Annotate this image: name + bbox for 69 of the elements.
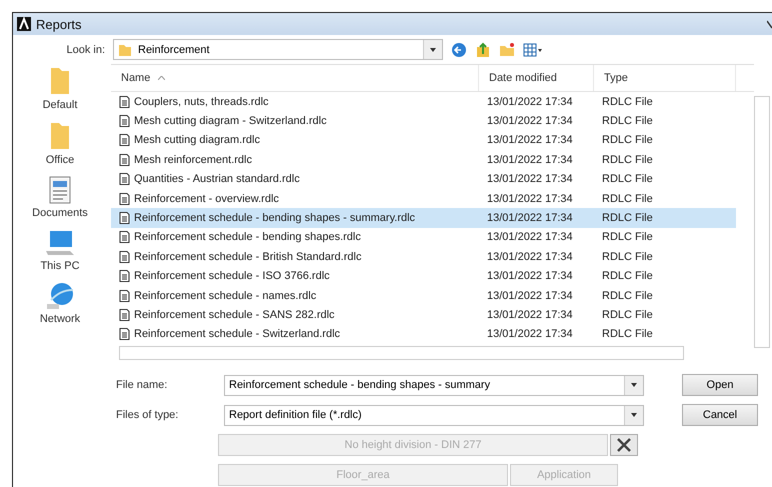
file-name: Mesh cutting diagram - Switzerland.rdlc — [134, 115, 327, 128]
file-name: Reinforcement schedule - Switzerland.rdlc — [134, 328, 340, 340]
place-label[interactable]: Default — [42, 99, 78, 111]
file-name: Mesh reinforcement.rdlc — [134, 154, 252, 166]
date-cell: 13/01/2022 17:34 — [487, 96, 573, 108]
file-row[interactable]: Mesh reinforcement.rdlc 13/01/2022 17:34 RDLC File — [111, 150, 736, 170]
file-row[interactable]: Reinforcement schedule - British Standard.rdlc 13/01/2022 17:34 RDLC File — [111, 247, 736, 267]
type-cell: RDLC File — [602, 96, 653, 108]
date-cell: 13/01/2022 17:34 — [487, 154, 573, 166]
type-cell: RDLC File — [602, 134, 653, 146]
date-cell: 13/01/2022 17:34 — [487, 270, 573, 282]
date-cell: 13/01/2022 17:34 — [487, 115, 573, 128]
file-name: Reinforcement schedule - British Standard.rdlc — [134, 250, 362, 263]
file-name-field[interactable]: Reinforcement schedule - bending shapes - summary — [224, 374, 644, 396]
type-cell: RDLC File — [602, 250, 653, 263]
date-cell: 13/01/2022 17:34 — [487, 250, 573, 263]
file-row[interactable]: Reinforcement schedule - bending shapes - summary.rdlc 13/01/2022 17:34 RDLC File — [111, 208, 736, 228]
date-cell: 13/01/2022 17:34 — [487, 134, 573, 146]
file-name: Couplers, nuts, threads.rdlc — [134, 96, 269, 108]
file-name: Reinforcement schedule - ISO 3766.rdlc — [134, 270, 330, 282]
place-label[interactable]: This PC — [40, 260, 80, 272]
type-cell: RDLC File — [602, 270, 653, 282]
date-cell: 13/01/2022 17:34 — [487, 308, 573, 321]
date-cell: 13/01/2022 17:34 — [487, 173, 573, 186]
file-name: Mesh cutting diagram.rdlc — [134, 134, 260, 146]
open-button[interactable]: Open — [682, 374, 758, 396]
date-cell: 13/01/2022 17:34 — [487, 212, 573, 224]
column-header[interactable]: Name — [111, 65, 479, 91]
column-header[interactable]: Date modified — [479, 65, 594, 91]
file-type-dropdown[interactable]: Report definition file (*.rdlc) — [224, 404, 644, 426]
cancel-button[interactable]: Cancel — [682, 404, 758, 426]
place-label[interactable]: Office — [46, 154, 74, 166]
file-type-label: Files of type: — [116, 409, 180, 421]
file-name: Reinforcement schedule - SANS 282.rdlc — [134, 308, 335, 321]
date-cell: 13/01/2022 17:34 — [487, 328, 573, 340]
type-cell: RDLC File — [602, 173, 653, 186]
file-row[interactable]: Reinforcement schedule - Switzerland.rdlc 13/01/2022 17:34 RDLC File — [111, 324, 736, 344]
file-row[interactable]: Reinforcement schedule - names.rdlc 13/01/2022 17:34 RDLC File — [111, 286, 736, 306]
look-in-label: Look in: — [65, 44, 105, 56]
file-row[interactable]: Quantities - Austrian standard.rdlc 13/01/2022 17:34 RDLC File — [111, 170, 736, 189]
file-row[interactable]: Reinforcement schedule - ISO 3766.rdlc 13/01/2022 17:34 RDLC File — [111, 266, 736, 286]
file-row[interactable]: Reinforcement schedule - SANS 282.rdlc 13/01/2022 17:34 RDLC File — [111, 305, 736, 325]
type-cell: RDLC File — [602, 290, 653, 302]
file-name: Reinforcement schedule - bending shapes - summary.rdlc — [134, 212, 416, 224]
type-cell: RDLC File — [602, 192, 653, 205]
file-name-label: File name: — [116, 379, 168, 391]
type-cell: RDLC File — [602, 231, 653, 244]
column-header[interactable]: Type — [594, 65, 736, 91]
file-name: Quantities - Austrian standard.rdlc — [134, 173, 300, 186]
type-cell: RDLC File — [602, 154, 653, 166]
file-row[interactable]: Couplers, nuts, threads.rdlc 13/01/2022 17:34 RDLC File — [111, 92, 736, 112]
place-label[interactable]: Documents — [32, 207, 88, 219]
file-row[interactable]: Reinforcement schedule - bending shapes.rdlc 13/01/2022 17:34 RDLC File — [111, 228, 736, 248]
place-label[interactable]: Network — [40, 313, 80, 325]
file-name: Reinforcement schedule - names.rdlc — [134, 290, 316, 302]
type-cell: RDLC File — [602, 212, 653, 224]
look-in-dropdown[interactable]: Reinforcement — [113, 39, 443, 60]
date-cell: 13/01/2022 17:34 — [487, 192, 573, 205]
file-row[interactable]: Reinforcement - overview.rdlc 13/01/2022 17:34 RDLC File — [111, 188, 736, 208]
file-row[interactable]: Mesh cutting diagram - Switzerland.rdlc 13/01/2022 17:34 RDLC File — [111, 111, 736, 131]
type-cell: RDLC File — [602, 308, 653, 321]
file-name: Reinforcement schedule - bending shapes.rdlc — [134, 231, 361, 244]
type-cell: RDLC File — [602, 328, 653, 340]
type-cell: RDLC File — [602, 115, 653, 128]
date-cell: 13/01/2022 17:34 — [487, 290, 573, 302]
window-title: Reports — [36, 16, 82, 32]
date-cell: 13/01/2022 17:34 — [487, 231, 573, 244]
file-row[interactable]: Mesh cutting diagram.rdlc 13/01/2022 17:34 RDLC File — [111, 130, 736, 150]
file-name: Reinforcement - overview.rdlc — [134, 192, 279, 205]
